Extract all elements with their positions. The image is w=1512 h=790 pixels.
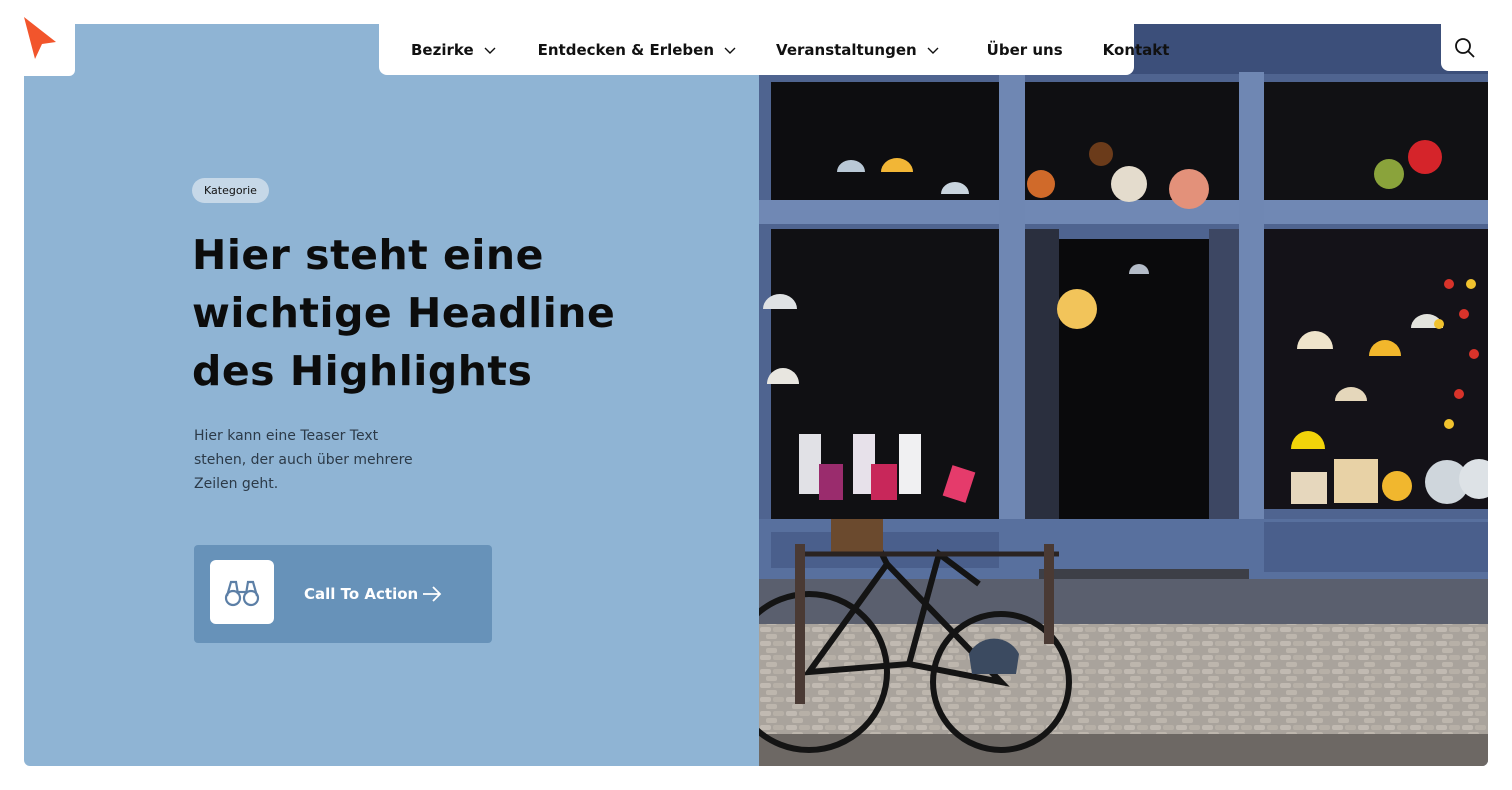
nav-item-label: Entdecken & Erleben	[537, 40, 715, 59]
shop-window-photo	[728, 24, 1488, 766]
hero-teaser: Hier kann eine Teaser Text stehen, der a…	[194, 424, 454, 496]
nav-item-entdecken-erleben[interactable]: Entdecken & Erleben	[538, 41, 736, 59]
search-button[interactable]	[1441, 24, 1488, 71]
teaser-line: stehen, der auch über mehrere	[194, 452, 413, 468]
category-badge: Kategorie	[192, 178, 269, 203]
call-to-action-button[interactable]: Call To Action	[194, 545, 492, 643]
cta-label: Call To Action	[304, 585, 419, 603]
headline-line: des Highlights	[192, 347, 533, 395]
headline-line: wichtige Headline	[192, 289, 616, 337]
chevron-down-icon	[484, 47, 496, 54]
hero-image	[728, 24, 1488, 766]
nav-item-label: Kontakt	[1102, 40, 1170, 59]
nav-item-ueber-uns[interactable]: Über uns	[987, 41, 1063, 59]
chevron-down-icon	[724, 47, 736, 54]
main-navigation: Bezirke Entdecken & Erleben Veranstaltun…	[379, 24, 1169, 75]
binoculars-icon	[224, 580, 260, 607]
logo[interactable]	[0, 0, 75, 76]
nav-item-bezirke[interactable]: Bezirke	[411, 41, 496, 59]
cursor-arrow-icon	[24, 17, 56, 59]
headline-line: Hier steht eine	[192, 231, 544, 279]
chevron-down-icon	[927, 47, 939, 54]
nav-item-veranstaltungen[interactable]: Veranstaltungen	[776, 41, 939, 59]
nav-item-label: Veranstaltungen	[776, 40, 917, 59]
nav-item-label: Bezirke	[411, 40, 474, 59]
hero-headline: Hier steht eine wichtige Headline des Hi…	[192, 226, 622, 400]
teaser-line: Zeilen geht.	[194, 476, 279, 492]
teaser-line: Hier kann eine Teaser Text	[194, 428, 379, 444]
cta-icon-box	[210, 560, 274, 624]
nav-item-label: Über uns	[986, 40, 1063, 59]
arrow-right-icon	[423, 586, 442, 602]
search-icon	[1454, 37, 1475, 58]
nav-item-kontakt[interactable]: Kontakt	[1103, 41, 1170, 59]
